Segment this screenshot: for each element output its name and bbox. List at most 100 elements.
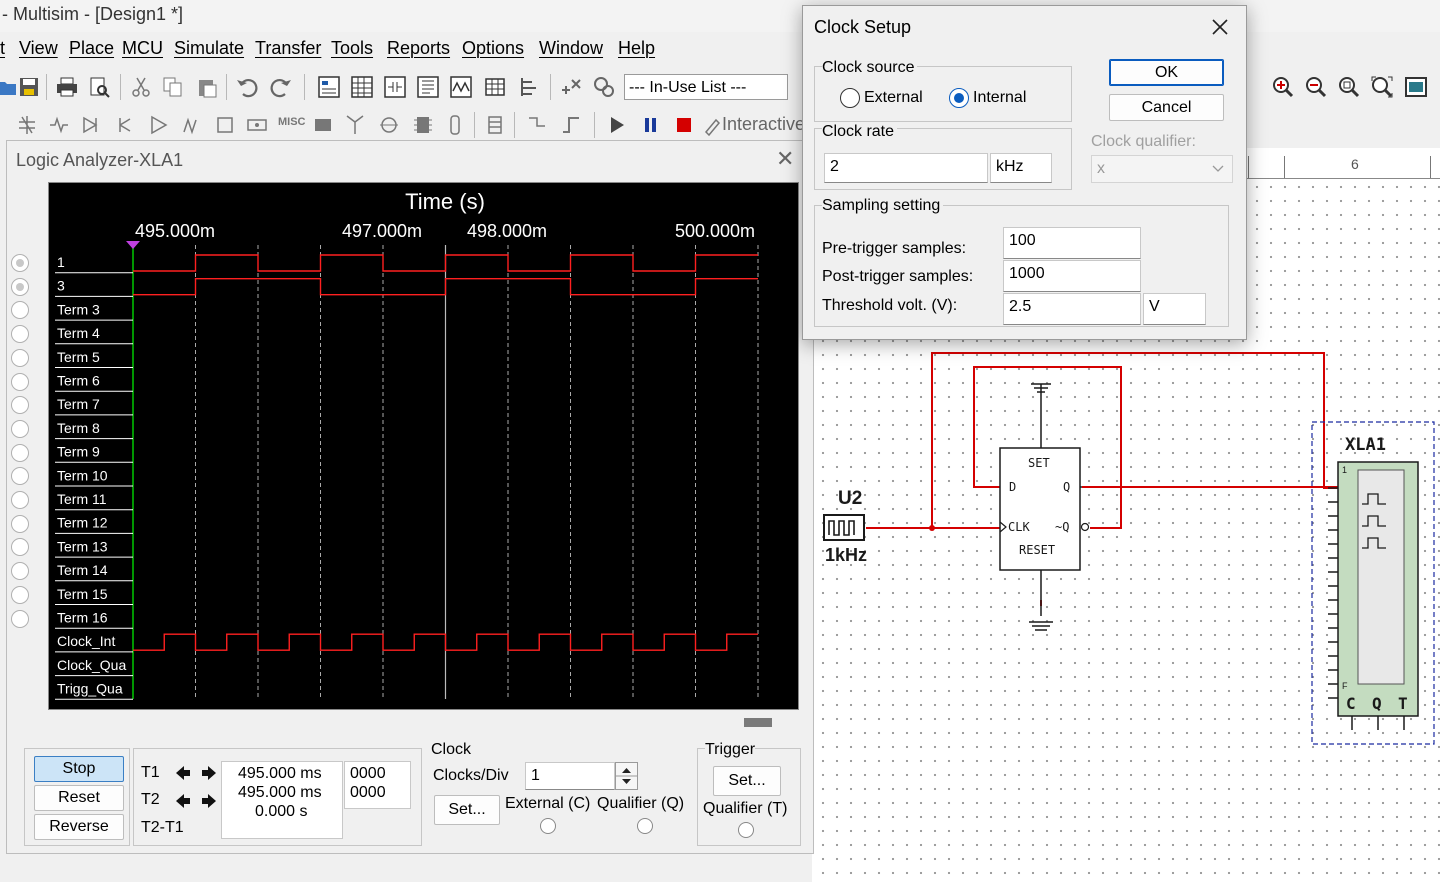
menu-item-simulate[interactable]: Simulate (174, 38, 244, 59)
mixed-component-icon[interactable] (246, 114, 268, 136)
description-box-icon[interactable] (417, 76, 439, 98)
pre-trigger-input[interactable]: 100 (1003, 227, 1141, 259)
channel-indicator-radio[interactable] (11, 277, 29, 296)
trigger-set-button[interactable]: Set... (713, 766, 781, 796)
t1-left-arrow-icon[interactable] (176, 766, 190, 780)
clock-set-button[interactable]: Set... (434, 795, 500, 825)
channel-indicator-radio[interactable] (11, 491, 29, 509)
channel-indicator-radio[interactable] (11, 325, 29, 344)
menu-item-view[interactable]: View (19, 38, 58, 59)
logic-analyzer-display[interactable]: Time (s) 495.000m 497.000m 498.000m 500.000m… (48, 182, 799, 710)
clock-rate-unit[interactable]: kHz (990, 153, 1052, 183)
pause-icon[interactable] (640, 114, 662, 136)
electrical-rules-icon[interactable] (593, 76, 615, 98)
connector-component-icon[interactable] (444, 114, 466, 136)
clocks-per-div-spinner[interactable] (615, 762, 638, 790)
clock-source-u2[interactable] (823, 514, 865, 541)
t2-left-arrow-icon[interactable] (176, 794, 190, 808)
menu-item-options[interactable]: Options (462, 38, 524, 59)
menu-item-mcu[interactable]: MCU (122, 38, 163, 59)
full-screen-icon[interactable] (1405, 76, 1427, 98)
indicator-component-icon[interactable] (312, 114, 334, 136)
ttl-component-icon[interactable] (180, 114, 202, 136)
bom-icon[interactable] (518, 76, 540, 98)
antenna-component-icon[interactable] (344, 114, 366, 136)
component-wizard-icon[interactable] (560, 76, 582, 98)
database-manager-icon[interactable] (484, 76, 506, 98)
horizontal-scroll-thumb[interactable] (744, 718, 772, 727)
t1-right-arrow-icon[interactable] (202, 766, 216, 780)
open-icon[interactable] (0, 76, 18, 98)
clock-rate-input[interactable]: 2 (824, 153, 988, 183)
basic-component-icon[interactable] (48, 114, 70, 136)
print-icon[interactable] (56, 76, 78, 98)
sim-toolbox-icon[interactable] (384, 76, 406, 98)
wires[interactable] (866, 352, 1338, 606)
transistor-component-icon[interactable] (114, 114, 136, 136)
clocks-per-div-input[interactable]: 1 (525, 762, 615, 790)
external-clock-terminal[interactable] (540, 818, 556, 834)
copy-icon[interactable] (162, 76, 184, 98)
ok-button[interactable]: OK (1109, 59, 1224, 86)
menu-item-help[interactable]: Help (618, 38, 655, 59)
threshold-unit[interactable]: V (1143, 293, 1206, 325)
menu-item-edit[interactable]: t (0, 38, 5, 59)
external-source-radio[interactable] (840, 88, 860, 108)
diode-component-icon[interactable] (80, 114, 102, 136)
cut-icon[interactable] (130, 76, 152, 98)
clock-qualifier-terminal[interactable] (637, 818, 653, 834)
internal-source-radio[interactable] (949, 88, 969, 108)
menu-item-place[interactable]: Place (69, 38, 114, 59)
logic-analyzer-close-icon[interactable]: ✕ (776, 146, 794, 172)
trigger-qualifier-terminal[interactable] (738, 822, 754, 838)
electromechanical-icon[interactable] (378, 114, 400, 136)
channel-indicator-radio[interactable] (11, 514, 29, 533)
hierarchical-block-icon[interactable] (484, 114, 506, 136)
menu-item-reports[interactable]: Reports (387, 38, 450, 59)
undo-icon[interactable] (236, 76, 258, 98)
channel-indicator-radio[interactable] (11, 372, 29, 391)
channel-indicator-radio[interactable] (11, 609, 29, 628)
menu-item-tools[interactable]: Tools (331, 38, 373, 59)
bus-icon[interactable] (526, 114, 548, 136)
reverse-button[interactable]: Reverse (34, 814, 124, 840)
analog-component-icon[interactable] (148, 114, 170, 136)
spin-down-icon[interactable] (622, 779, 631, 784)
interactive-mode-icon[interactable] (702, 114, 724, 136)
save-icon[interactable] (18, 76, 40, 98)
zoom-out-icon[interactable] (1305, 76, 1327, 98)
t2-right-arrow-icon[interactable] (202, 794, 216, 808)
cursor-t1-marker[interactable] (126, 241, 140, 249)
threshold-input[interactable]: 2.5 (1003, 293, 1141, 325)
wire-icon[interactable] (560, 114, 582, 136)
channel-indicator-radio[interactable] (11, 585, 29, 604)
design-toolbox-icon[interactable] (318, 76, 340, 98)
zoom-in-icon[interactable] (1272, 76, 1294, 98)
in-use-list-dropdown[interactable]: --- In-Use List --- (624, 74, 788, 100)
cmos-component-icon[interactable] (214, 114, 236, 136)
channel-indicator-radio[interactable] (11, 348, 29, 367)
zoom-fit-icon[interactable] (1371, 76, 1393, 98)
redo-icon[interactable] (270, 76, 292, 98)
menu-item-window[interactable]: Window (539, 38, 603, 59)
interactive-label[interactable]: Interactive (722, 114, 805, 135)
close-icon[interactable] (1210, 17, 1230, 37)
channel-indicator-radio[interactable] (11, 419, 29, 438)
misc-label[interactable]: MISC (278, 116, 306, 128)
stop-sim-icon[interactable] (673, 114, 695, 136)
cancel-button[interactable]: Cancel (1109, 94, 1224, 121)
d-flip-flop[interactable] (999, 383, 1090, 631)
paste-icon[interactable] (196, 76, 218, 98)
spreadsheet-view-icon[interactable] (351, 76, 373, 98)
grapher-icon[interactable] (450, 76, 472, 98)
reset-button[interactable]: Reset (34, 785, 124, 811)
run-icon[interactable] (606, 114, 628, 136)
stop-button[interactable]: Stop (34, 756, 124, 782)
channel-indicator-radio[interactable] (11, 443, 29, 462)
post-trigger-input[interactable]: 1000 (1003, 260, 1141, 292)
source-component-icon[interactable] (16, 114, 38, 136)
spin-up-icon[interactable] (622, 768, 631, 773)
mcu-component-icon[interactable] (412, 114, 434, 136)
print-preview-icon[interactable] (88, 76, 110, 98)
zoom-area-icon[interactable] (1338, 76, 1360, 98)
